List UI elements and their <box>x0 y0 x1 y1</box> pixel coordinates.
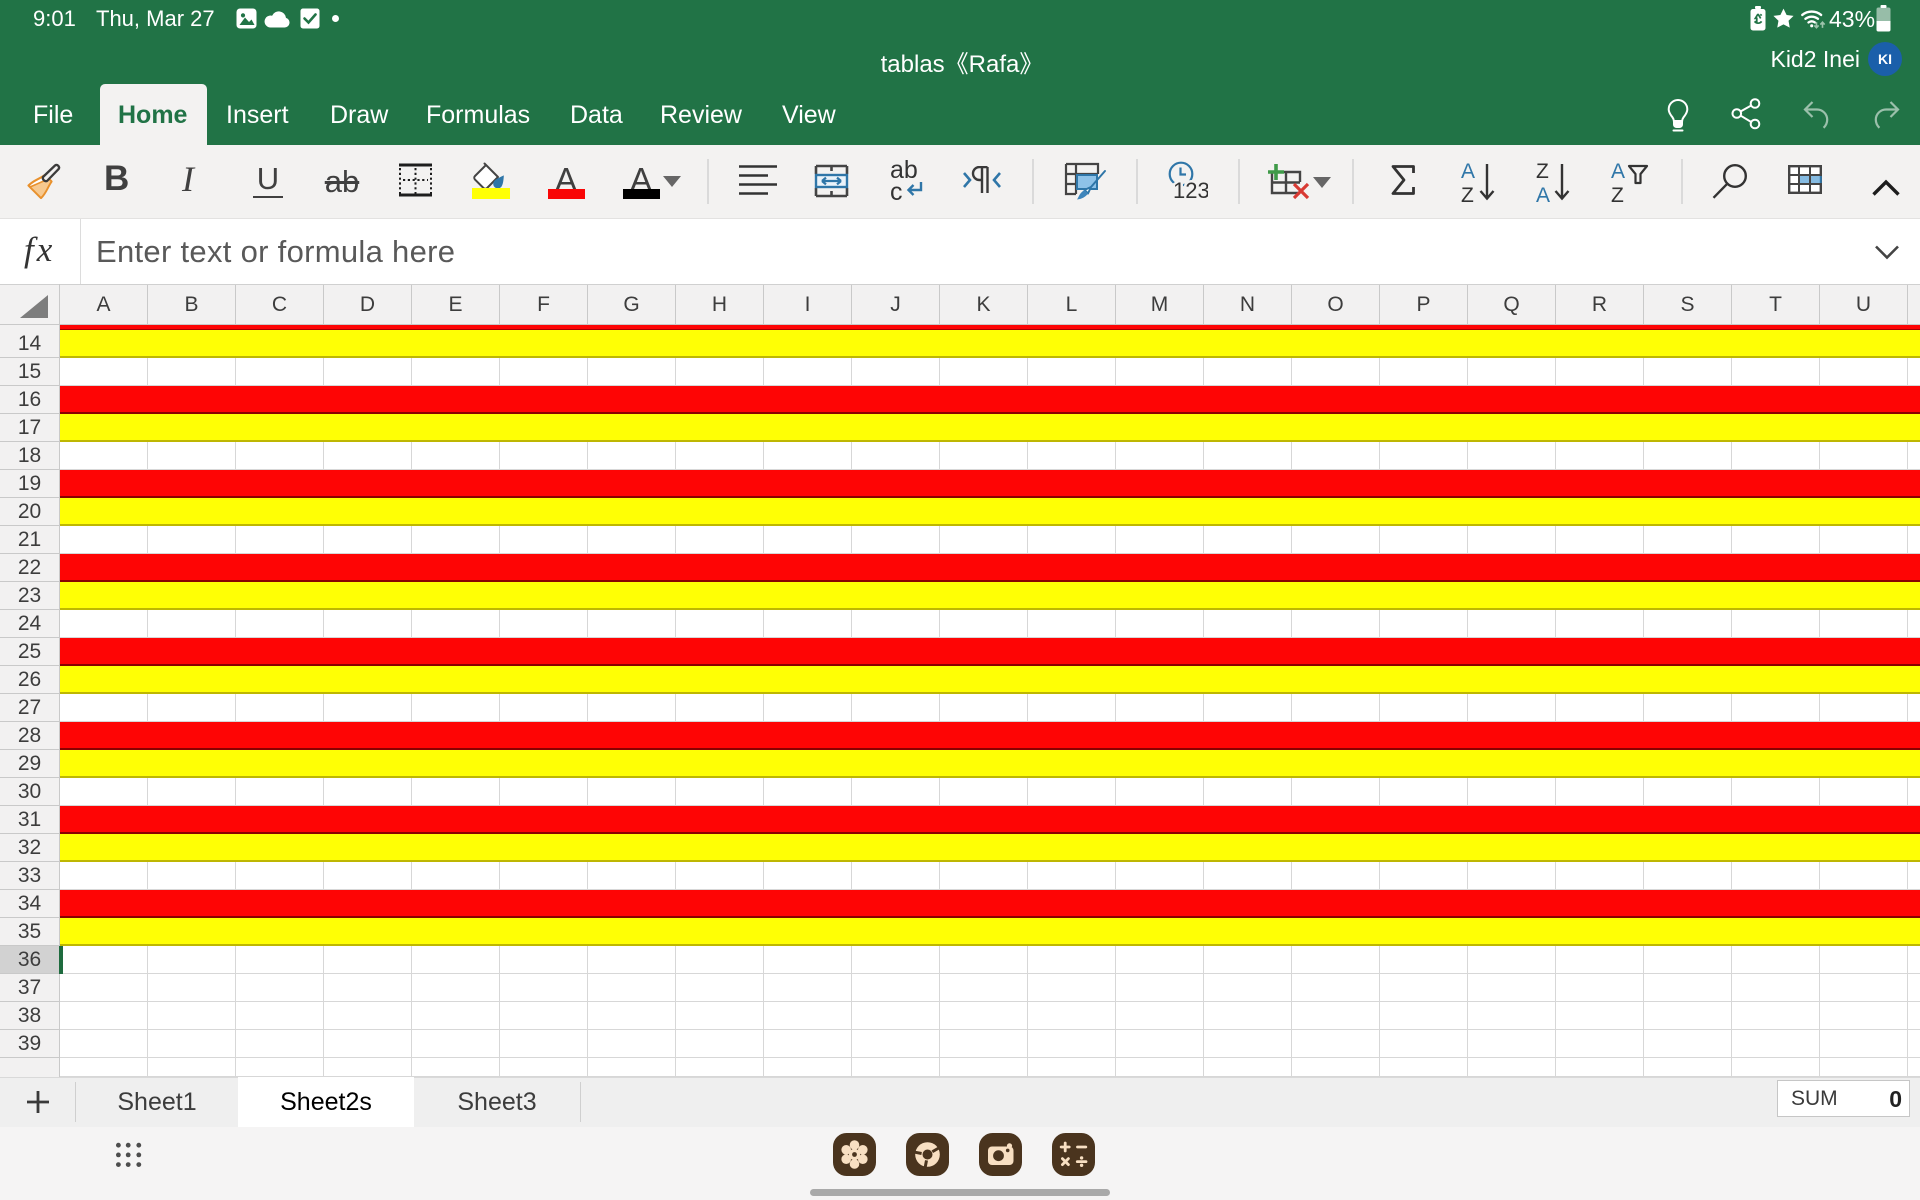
svg-text:c: c <box>890 178 903 202</box>
svg-text:A: A <box>1611 160 1625 183</box>
svg-text:A: A <box>1536 184 1550 204</box>
svg-text:Z: Z <box>1611 184 1624 204</box>
svg-text:Z: Z <box>1536 160 1549 183</box>
svg-text:123: 123 <box>1173 178 1208 203</box>
svg-text:Z: Z <box>1461 184 1474 204</box>
svg-text:A: A <box>1461 160 1475 183</box>
